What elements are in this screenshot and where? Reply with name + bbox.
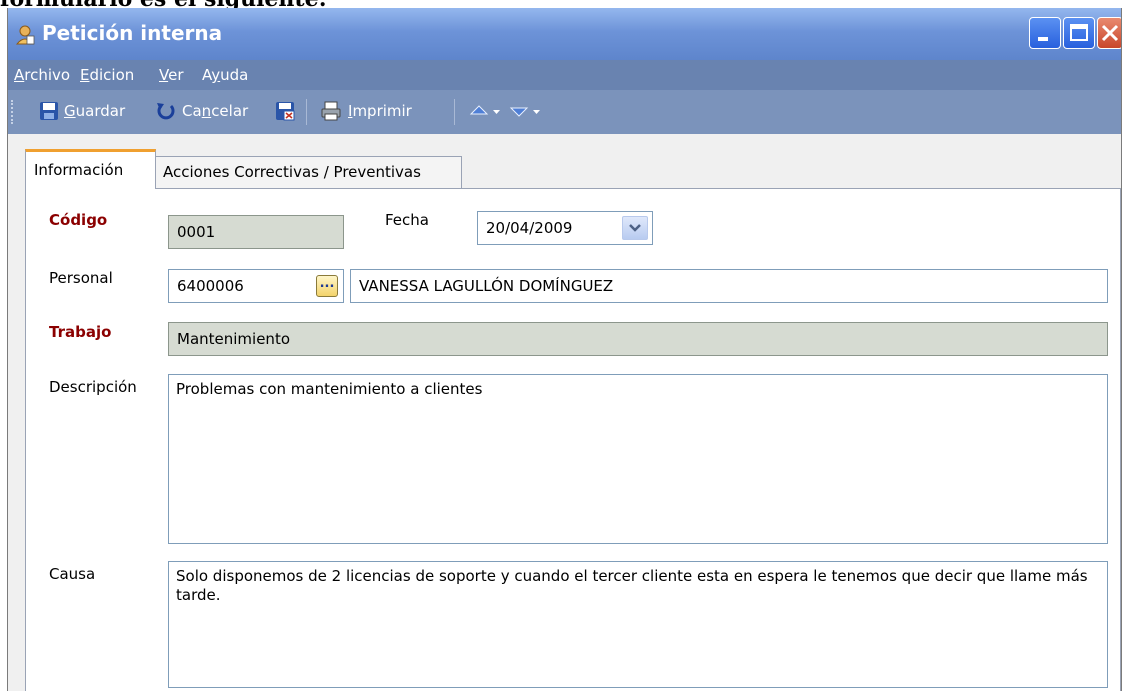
menu-ver[interactable]: Ver [159, 66, 184, 84]
tab-acciones-correctivas[interactable]: Acciones Correctivas / Preventivas [154, 156, 462, 189]
menu-ayuda[interactable]: Ayuda [202, 66, 248, 84]
menu-ver-accel: V [159, 66, 169, 84]
menu-bar: Archivo Edicion Ver Ayuda [8, 60, 1121, 90]
personal-lookup-button[interactable]: ... [316, 275, 338, 297]
descripcion-textarea[interactable]: Problemas con mantenimiento a clientes [168, 374, 1108, 544]
previous-icon[interactable] [467, 100, 505, 122]
save-close-icon[interactable] [274, 100, 296, 122]
cancel-button-accel: n [201, 102, 212, 120]
menu-archivo-accel: A [14, 66, 25, 84]
cancel-button-pre: Ca [182, 102, 202, 120]
close-icon [1101, 24, 1119, 42]
menu-edicion[interactable]: Edicion [80, 66, 134, 84]
print-button-label: mprimir [352, 102, 412, 120]
print-button[interactable]: Imprimir [348, 102, 412, 120]
undo-icon [157, 103, 175, 120]
personal-name-field[interactable]: VANESSA LAGULLÓN DOMÍNGUEZ [350, 269, 1108, 303]
toolbar-separator-2 [454, 99, 455, 125]
descripcion-label: Descripción [49, 378, 137, 396]
fecha-value: 20/04/2009 [486, 219, 573, 237]
menu-ayuda-pre: A [202, 66, 212, 84]
title-bar[interactable]: Petición interna [8, 8, 1121, 60]
save-button-accel: G [64, 102, 76, 120]
minimize-icon [1038, 37, 1048, 41]
menu-ayuda-label: uda [220, 66, 249, 84]
menu-ver-label: er [168, 66, 184, 84]
trabajo-label: Trabajo [49, 323, 112, 341]
fecha-label: Fecha [385, 211, 429, 229]
minimize-button[interactable] [1029, 17, 1061, 49]
fecha-dropdown-button[interactable] [622, 216, 648, 240]
toolbar-grip[interactable] [11, 100, 16, 124]
toolbar-separator [306, 99, 307, 125]
personal-label: Personal [49, 269, 113, 287]
save-icon [40, 102, 58, 120]
menu-edicion-label: dicion [89, 66, 135, 84]
close-button[interactable] [1097, 17, 1121, 49]
codigo-label: Código [49, 211, 108, 229]
menu-archivo-label: rchivo [24, 66, 71, 84]
codigo-field[interactable]: 0001 [168, 215, 344, 249]
content-panel: Información Acciones Correctivas / Preve… [8, 134, 1121, 691]
tab-informacion[interactable]: Información [25, 149, 156, 189]
toolbar: Guardar Cancelar Imprimir [8, 90, 1121, 134]
next-icon[interactable] [507, 100, 545, 122]
fecha-date-picker[interactable]: 20/04/2009 [477, 211, 653, 245]
cancel-button-label: celar [211, 102, 249, 120]
maximize-icon [1070, 24, 1088, 41]
peticion-interna-window: Petición interna Archivo Edicion Ver Ayu… [7, 8, 1122, 691]
chevron-down-icon [629, 224, 641, 232]
menu-archivo[interactable]: Archivo [14, 66, 70, 84]
print-icon [321, 101, 341, 121]
save-button[interactable]: Guardar [64, 102, 125, 120]
trabajo-field[interactable]: Mantenimiento [168, 322, 1108, 356]
cancel-button[interactable]: Cancelar [182, 102, 248, 120]
causa-textarea[interactable]: Solo disponemos de 2 licencias de soport… [168, 561, 1108, 688]
save-button-label: uardar [75, 102, 126, 120]
causa-label: Causa [49, 565, 96, 583]
informacion-tab-page: Código 0001 Fecha 20/04/2009 Personal 64… [25, 188, 1121, 691]
menu-ayuda-accel: y [211, 66, 221, 84]
maximize-button[interactable] [1063, 17, 1095, 49]
user-form-icon [15, 25, 35, 45]
window-title: Petición interna [42, 21, 223, 45]
